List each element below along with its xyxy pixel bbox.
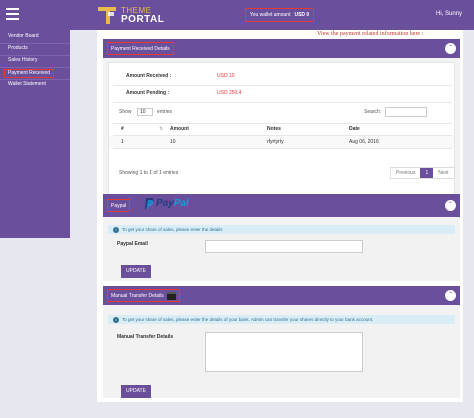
paypal-title: Paypal — [107, 199, 131, 212]
info-icon: i — [113, 316, 119, 323]
paypal-logo: Pay Pal — [145, 198, 189, 209]
divider — [113, 102, 452, 103]
main-panel: View the payment related information her… — [97, 30, 463, 402]
sidebar-item-sales-history[interactable]: Sales History — [5, 56, 40, 65]
payment-received-card: Amount Received : USD 10 Amount Pending … — [108, 62, 455, 212]
divider — [113, 85, 452, 86]
column-header-date[interactable]: Date — [349, 126, 360, 132]
chevron-up-icon[interactable]: ⌃ — [445, 200, 456, 211]
menu-icon[interactable] — [6, 8, 19, 20]
paypal-icon — [145, 198, 154, 209]
cell-notes: rfyrtyrty — [267, 139, 284, 145]
amount-pending-value: USD 250.4 — [217, 90, 242, 96]
column-header-number[interactable]: # — [121, 126, 124, 132]
paypal-alert: i To get your share of sales, please ent… — [108, 225, 455, 234]
manual-transfer-header[interactable]: Manual Transfer Details ⌃ — [103, 286, 460, 305]
manual-transfer-alert-text: To get your share of sales, please enter… — [122, 317, 374, 322]
search-label: Search: — [364, 109, 382, 115]
show-label: Show — [119, 109, 132, 115]
payment-received-title: Payment Received Details — [107, 42, 174, 55]
wallet-amount: You wallet amount USD 0 — [245, 8, 314, 22]
top-bar: THEME PORTAL You wallet amount USD 0 Hi,… — [0, 0, 474, 30]
sidebar-item-vendor-board[interactable]: Vendor Board — [5, 32, 42, 41]
paypal-email-label: Paypal Email — [117, 241, 148, 247]
entries-select[interactable]: 10 — [137, 108, 153, 116]
paypal-body: i To get your share of sales, please ent… — [103, 217, 460, 281]
amount-received-label: Amount Received : — [126, 73, 172, 79]
manual-transfer-details-field[interactable] — [205, 332, 363, 372]
sidebar: Vendor Board Products Sales History Paym… — [0, 30, 70, 238]
paypal-brand-b: Pal — [173, 198, 189, 209]
entries-label: entries — [157, 109, 173, 115]
cell-amount: 10 — [170, 139, 176, 145]
paypal-email-field[interactable] — [205, 240, 363, 253]
amount-received-value: USD 10 — [217, 73, 235, 79]
sidebar-item-payment-received[interactable]: Payment Received — [4, 69, 54, 78]
sort-icon[interactable]: ⇅ — [159, 126, 163, 132]
manual-transfer-title: Manual Transfer Details — [107, 289, 180, 302]
wallet-value: USD 0 — [294, 12, 310, 18]
chevron-up-icon[interactable]: ⌃ — [445, 290, 456, 301]
next-button[interactable]: Next — [433, 168, 453, 178]
sidebar-item-wallet-statement[interactable]: Wallet Statement — [5, 80, 49, 89]
pagination: Previous 1 Next — [390, 167, 455, 179]
bank-icon — [166, 291, 176, 300]
logo[interactable]: THEME PORTAL — [96, 4, 164, 26]
manual-transfer-body: i To get your share of sales, please ent… — [103, 305, 460, 398]
table-info: Showing 1 to 1 of 1 entries — [119, 170, 179, 176]
logo-line2: PORTAL — [121, 14, 165, 25]
table-row: 1 10 rfyrtyrty Aug 06, 2016 — [109, 136, 454, 148]
sidebar-divider — [0, 67, 70, 68]
table-top-border — [113, 123, 452, 124]
paypal-brand-a: Pay — [156, 198, 174, 209]
manual-transfer-update-button[interactable]: UPDATE — [121, 385, 151, 398]
manual-transfer-title-text: Manual Transfer Details — [111, 292, 164, 299]
logo-icon — [98, 7, 116, 24]
cell-date: Aug 06, 2016 — [349, 139, 379, 145]
main-content: View the payment related information her… — [93, 30, 474, 418]
paypal-alert-text: To get your share of sales, please enter… — [122, 227, 223, 232]
column-header-amount[interactable]: Amount — [170, 126, 189, 132]
user-greeting[interactable]: Hi, Sunny — [436, 11, 462, 17]
payment-received-header[interactable]: Payment Received Details ⌃ — [103, 39, 460, 58]
previous-button[interactable]: Previous — [391, 168, 420, 178]
wallet-label: You wallet amount — [249, 12, 291, 18]
chevron-up-icon[interactable]: ⌃ — [445, 43, 456, 54]
sidebar-item-products[interactable]: Products — [5, 44, 31, 53]
amount-pending-label: Amount Pending : — [126, 90, 170, 96]
manual-transfer-details-label: Manual Transfer Details — [117, 334, 174, 340]
table-bottom-border — [113, 148, 452, 149]
paypal-update-button[interactable]: UPDATE — [121, 265, 151, 278]
info-line: View the payment related information her… — [317, 31, 424, 37]
page-1-button[interactable]: 1 — [420, 168, 434, 178]
search-input[interactable] — [385, 107, 427, 117]
cell-number: 1 — [121, 139, 124, 145]
manual-transfer-alert: i To get your share of sales, please ent… — [108, 315, 455, 324]
column-header-notes[interactable]: Notes — [267, 126, 281, 132]
info-icon: i — [113, 226, 119, 233]
